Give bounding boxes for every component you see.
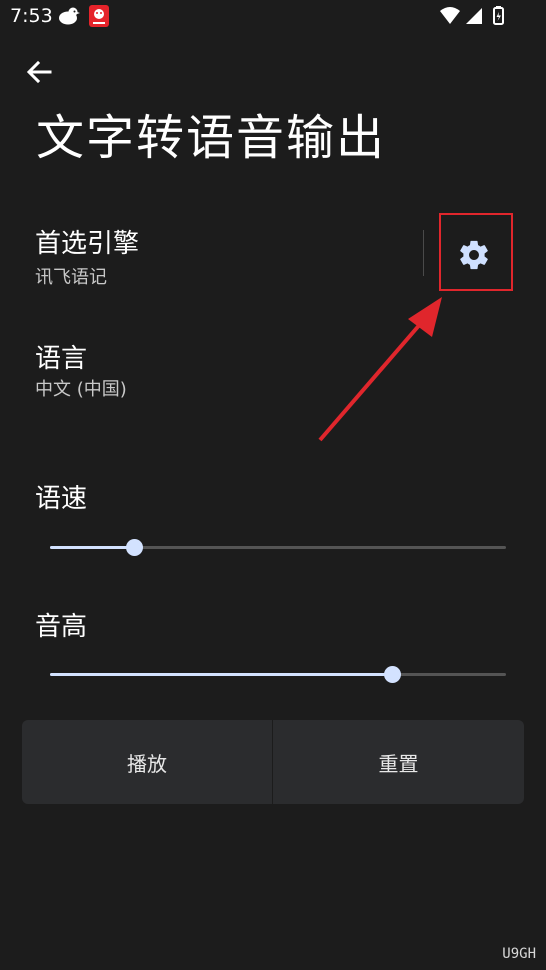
language-value: 中文 (中国) <box>35 379 127 400</box>
reset-button[interactable]: 重置 <box>273 720 524 804</box>
slider-thumb[interactable] <box>126 539 144 556</box>
action-buttons: 播放 重置 <box>22 720 524 804</box>
watermark: U9GH <box>502 946 536 962</box>
preferred-engine-title: 首选引擎 <box>35 229 140 259</box>
system-status-icons <box>440 6 504 25</box>
preferred-engine-value: 讯飞语记 <box>35 267 107 288</box>
arrow-left-icon[interactable] <box>24 57 54 87</box>
app-badge-icon <box>89 5 109 27</box>
language-title: 语言 <box>35 344 88 374</box>
page-title: 文字转语音输出 <box>36 110 387 166</box>
annotation-highlight-box <box>439 213 513 291</box>
slider-fill <box>50 546 135 549</box>
status-time: 7:53 <box>10 5 53 27</box>
pitch-label: 音高 <box>35 612 88 642</box>
play-button[interactable]: 播放 <box>22 720 272 804</box>
pitch-slider[interactable] <box>50 663 506 687</box>
speech-rate-slider[interactable] <box>50 536 506 560</box>
slider-thumb[interactable] <box>384 666 401 683</box>
wifi-icon <box>440 7 460 24</box>
signal-icon <box>466 8 482 24</box>
vertical-divider <box>423 230 424 276</box>
bird-icon <box>59 7 80 25</box>
speech-rate-label: 语速 <box>35 484 88 514</box>
language-row[interactable]: 语言 中文 (中国) <box>0 320 546 420</box>
slider-fill <box>50 673 392 676</box>
status-bar: 7:53 <box>0 0 546 32</box>
